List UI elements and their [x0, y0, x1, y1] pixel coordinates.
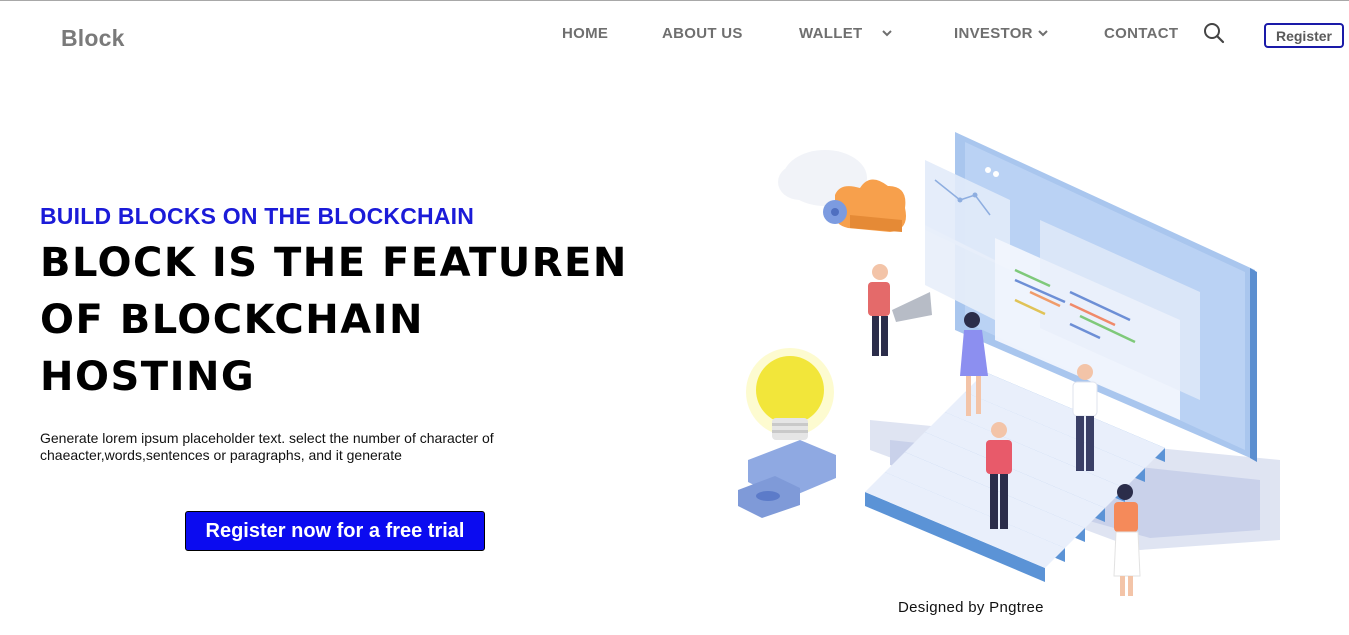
nav-item-wallet[interactable]: WALLET [799, 25, 893, 42]
register-button[interactable]: Register [1264, 23, 1344, 48]
description-line: Generate lorem ipsum placeholder text. s… [40, 430, 494, 446]
headline-line: BLOCK IS THE FEATUREN [40, 240, 628, 286]
search-icon[interactable] [1203, 22, 1225, 44]
blockchain-illustration [738, 132, 1280, 596]
chevron-down-icon [882, 30, 893, 37]
nav-item-label: HOME [562, 25, 609, 42]
description-line: chaeacter,words,sentences or paragraphs,… [40, 447, 402, 463]
chevron-down-icon [1038, 30, 1048, 37]
hero-subtitle: BUILD BLOCKS ON THE BLOCKCHAIN [40, 203, 475, 229]
nav-item-label: ABOUT US [662, 25, 743, 42]
navbar: Block HOME ABOUT US WALLET INVESTOR CONT… [0, 1, 1349, 67]
register-free-trial-button[interactable]: Register now for a free trial [185, 511, 485, 551]
headline-line: HOSTING [40, 354, 256, 400]
brand-logo[interactable]: Block [61, 25, 125, 52]
headline-line: OF BLOCKCHAIN [40, 297, 425, 343]
nav-item-contact[interactable]: CONTACT [1104, 25, 1178, 42]
nav-item-home[interactable]: HOME [562, 25, 608, 42]
hero-headline: BLOCK IS THE FEATUREN OF BLOCKCHAIN HOST… [40, 235, 660, 406]
nav-item-about-us[interactable]: ABOUT US [662, 25, 743, 42]
nav-item-label: CONTACT [1104, 25, 1179, 42]
person-figure [868, 264, 932, 356]
nav-item-label: INVESTOR [954, 25, 1033, 42]
nav-item-label: WALLET [799, 25, 863, 42]
nav-item-investor[interactable]: INVESTOR [954, 25, 1048, 42]
illustration-credit: Designed by Pngtree [898, 599, 1044, 616]
lightbulb-icon [756, 356, 824, 424]
hero-description: Generate lorem ipsum placeholder text. s… [40, 430, 560, 464]
